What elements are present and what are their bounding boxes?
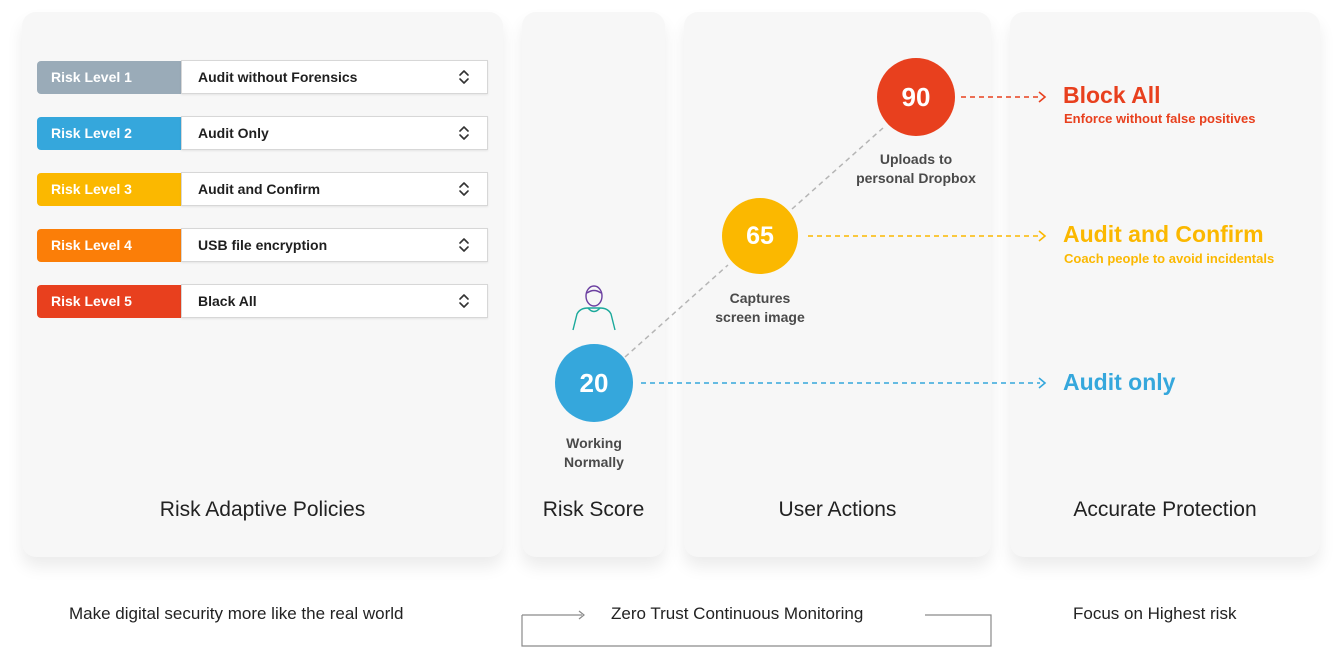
action-score-circle-90: 90: [877, 58, 955, 136]
arrow-20-to-audit-only: [641, 377, 1047, 389]
outcome-audit-confirm-subtitle: Coach people to avoid incidentals: [1064, 251, 1275, 266]
outcome-audit-confirm-title: Audit and Confirm: [1063, 221, 1264, 247]
risk-score-value: 20: [579, 368, 609, 398]
footer-right-caption: Focus on Highest risk: [1073, 604, 1237, 623]
footer-left-caption: Make digital security more like the real…: [69, 604, 404, 623]
action-score-value-90: 90: [901, 82, 931, 112]
action-score-value-65: 65: [746, 222, 774, 250]
outcome-block-all-title: Block All: [1063, 82, 1161, 108]
action-label-65: Captures screen image: [715, 290, 805, 325]
user-icon: [572, 285, 616, 331]
arrow-90-to-block-all: [961, 91, 1047, 103]
risk-score-circle: 20: [555, 344, 633, 422]
action-score-circle-65: 65: [722, 198, 798, 274]
outcome-audit-only-title: Audit only: [1063, 369, 1176, 395]
risk-score-label: Working Normally: [564, 435, 624, 470]
footer-center-caption: Zero Trust Continuous Monitoring: [611, 604, 864, 623]
arrow-65-to-audit-confirm: [808, 230, 1047, 242]
outcome-block-all-subtitle: Enforce without false positives: [1064, 111, 1256, 126]
action-label-90: Uploads to personal Dropbox: [856, 151, 976, 186]
